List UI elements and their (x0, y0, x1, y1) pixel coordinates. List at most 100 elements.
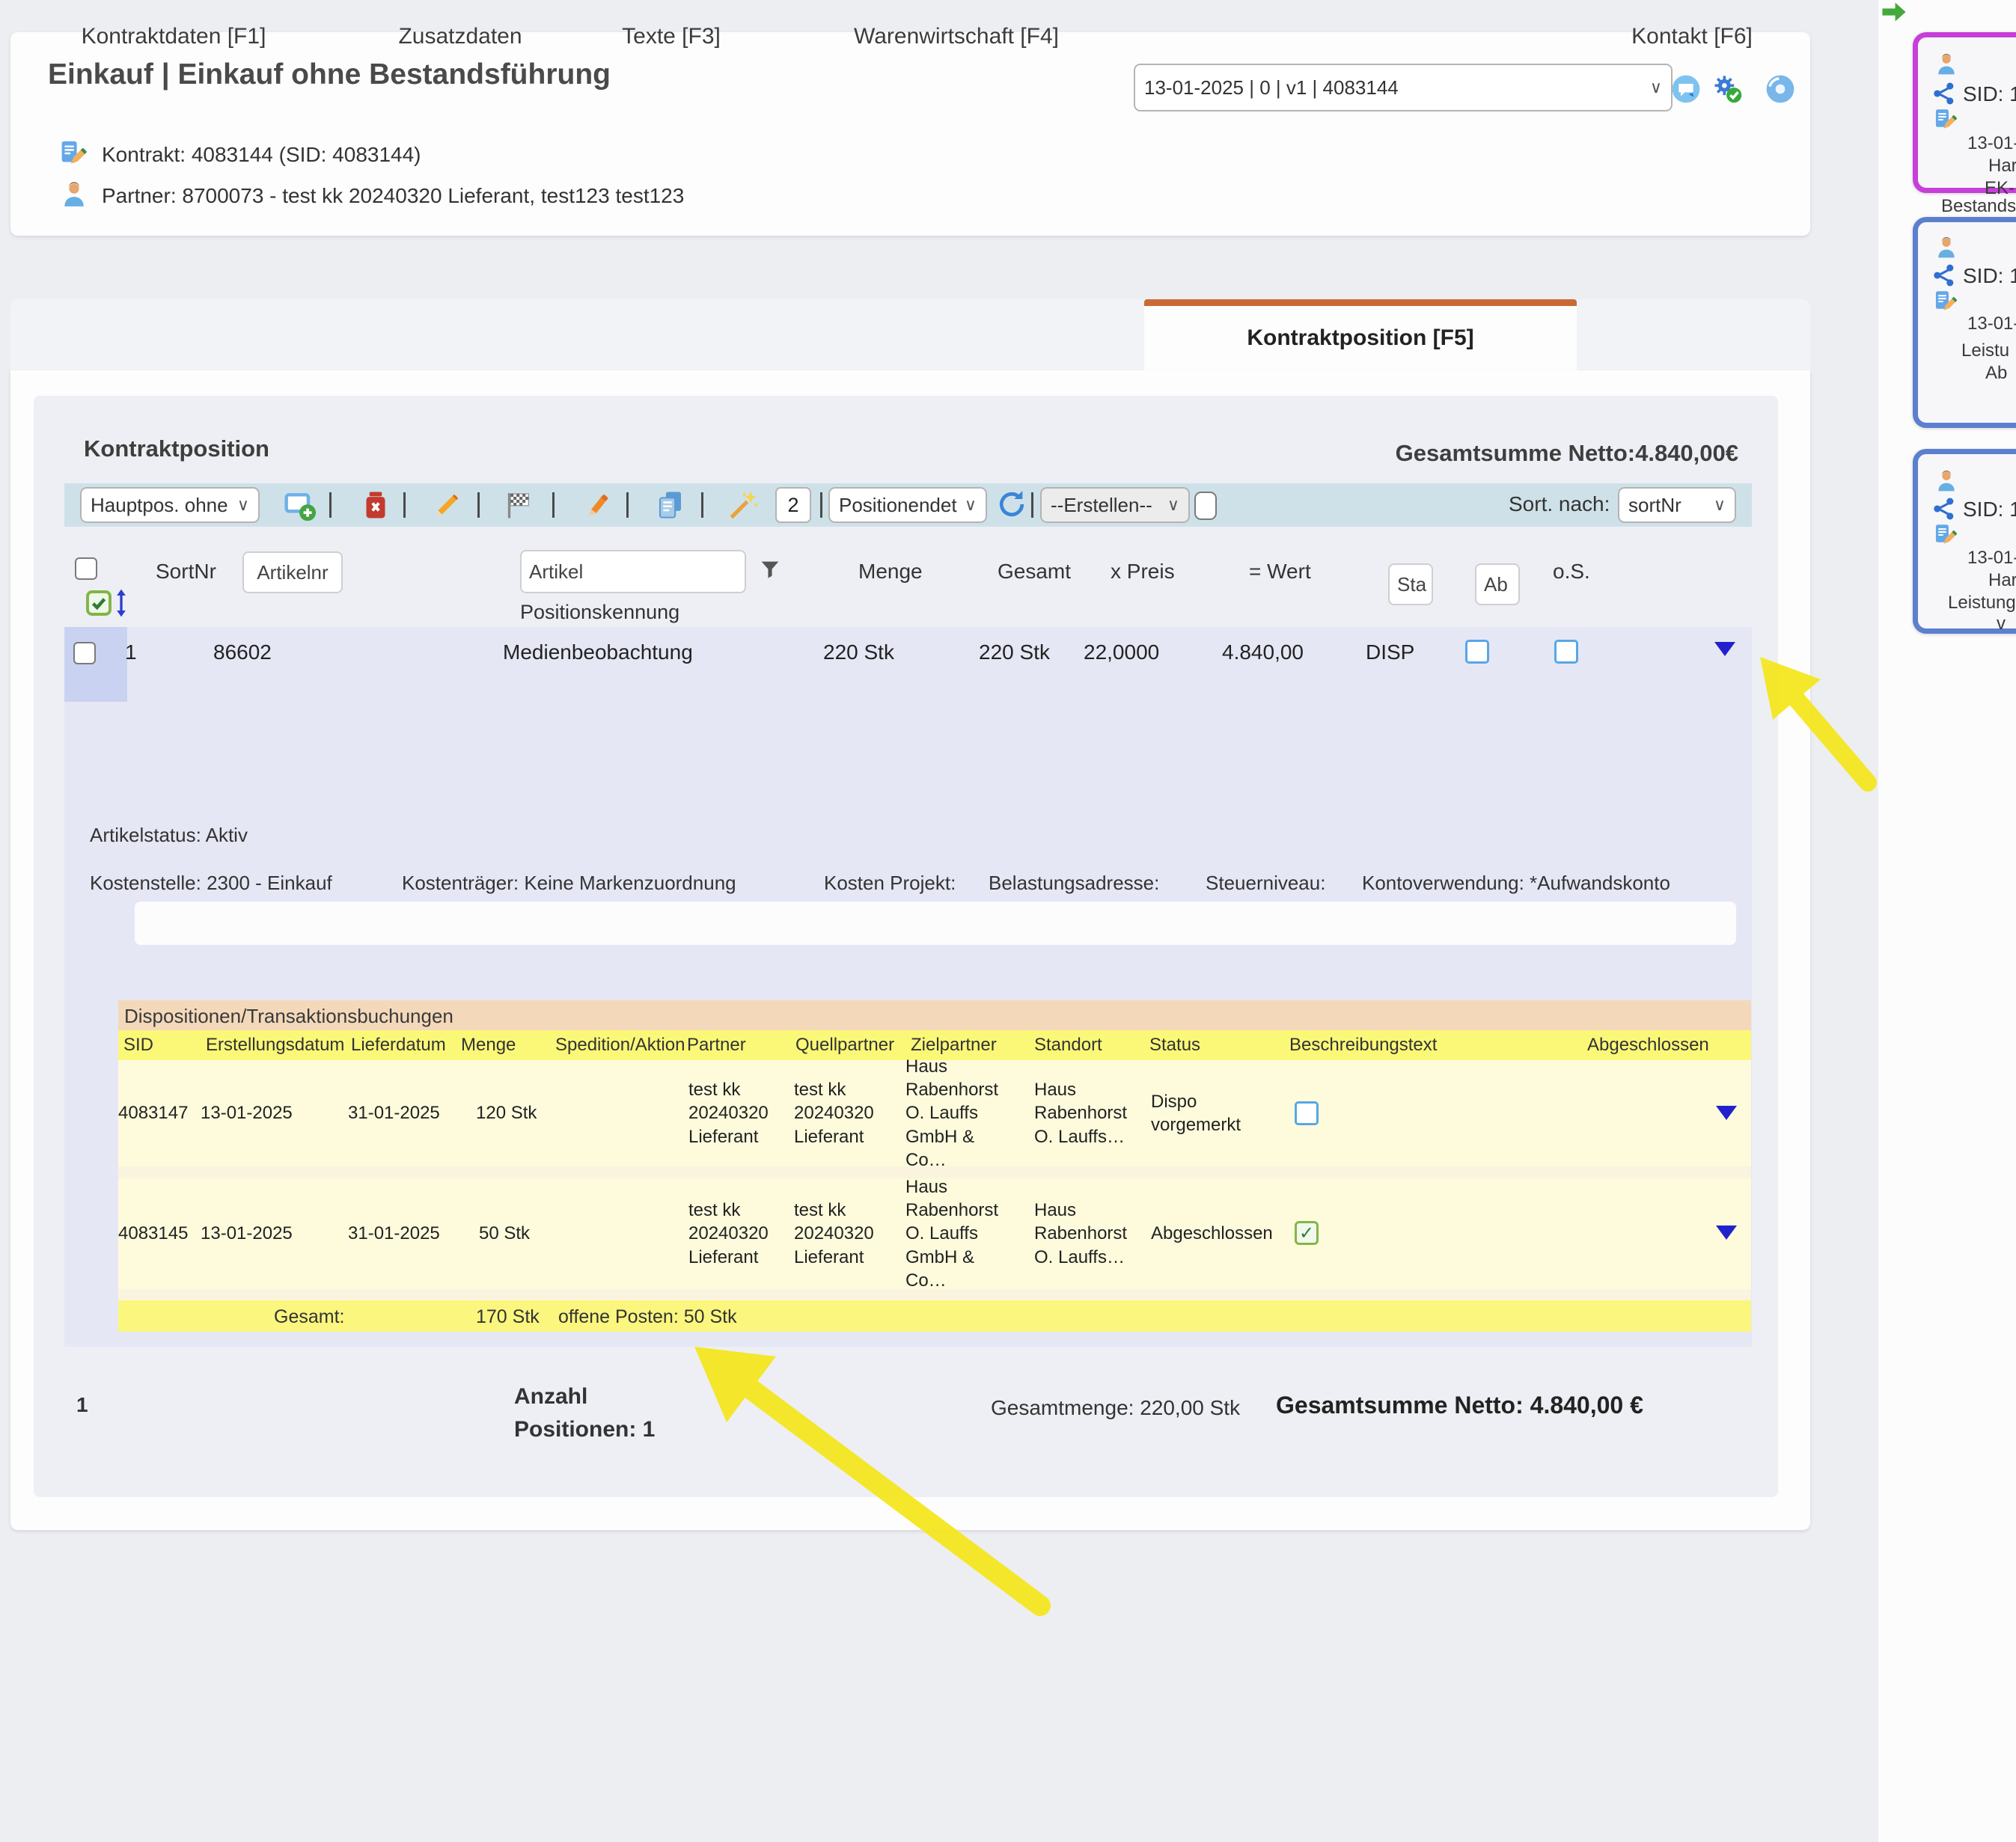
sort-updown-icon[interactable] (114, 588, 129, 618)
dispo-partner: test kk 20240320 Lieferant (688, 1178, 789, 1289)
dispo-standort: Haus Rabenhorst O. Lauffs… (1034, 1178, 1140, 1289)
positionende-select[interactable]: Positionendet ∨ (828, 487, 987, 523)
section-heading: Kontraktposition (84, 435, 269, 462)
history-card[interactable]: SID: 1 13-01- Leistu Ab (1913, 217, 2016, 428)
position-text-input[interactable] (135, 902, 1736, 945)
status-filter-input[interactable]: Sta (1388, 563, 1433, 605)
position-toolbar: Hauptpos. ohne ∨ 2 Positionendet ∨ --Ers… (64, 483, 1752, 527)
settings-gears-icon[interactable] (1711, 72, 1744, 105)
row-artikel-name: Medienbeobachtung (503, 640, 693, 664)
select-all-checkbox[interactable] (75, 557, 97, 580)
belastungsadresse-label: Belastungsadresse: (989, 872, 1159, 895)
netto-total: Gesamtsumme Netto:4.840,00€ (1396, 440, 1738, 467)
col-wert: = Wert (1249, 560, 1311, 584)
dispo-quellpartner: test kk 20240320 Lieferant (794, 1060, 895, 1166)
edit-pencil-icon[interactable] (432, 489, 463, 521)
row-wert: 4.840,00 (1222, 640, 1304, 664)
toolbar-separator (701, 492, 703, 518)
refresh-icon[interactable] (995, 488, 1028, 521)
comment-bubble-icon[interactable] (1670, 73, 1702, 105)
toolbar-separator (329, 492, 332, 518)
position-count-input[interactable]: 2 (775, 487, 811, 523)
row-os-checkbox[interactable] (1554, 640, 1578, 664)
dispo-col-abgeschlossen: Abgeschlossen (1587, 1035, 1709, 1056)
tab-kontraktposition[interactable]: Kontraktposition [F5] (1144, 299, 1577, 372)
add-position-icon[interactable] (283, 489, 317, 522)
tab-texte[interactable]: Texte [F3] (622, 24, 721, 49)
dispo-abgeschlossen-checkbox-checked[interactable]: ✓ (1295, 1221, 1319, 1245)
sort-select[interactable]: sortNr ∨ (1618, 487, 1736, 523)
artikelnr-filter-input[interactable]: Artikelnr (242, 551, 343, 593)
dispo-erstellungsdatum: 13-01-2025 (201, 1060, 293, 1166)
tab-warenwirtschaft[interactable]: Warenwirtschaft [F4] (854, 24, 1059, 49)
kostenprojekt-label: Kosten Projekt: (824, 872, 956, 895)
toolbar-separator (626, 492, 629, 518)
artikelnr-filter-value: Artikelnr (257, 561, 328, 584)
dispo-col-zielpartner: Zielpartner (911, 1035, 997, 1056)
dispo-footer (118, 1300, 1751, 1332)
disc-icon[interactable] (1765, 73, 1796, 105)
version-select[interactable]: 13-01-2025 | 0 | v1 | 4083144 ∨ (1134, 64, 1673, 111)
dispo-sid: 4083145 (118, 1178, 188, 1289)
person-icon (1934, 469, 1958, 493)
tab-kontraktdaten[interactable]: Kontraktdaten [F1] (82, 24, 266, 49)
chevron-down-icon: ∨ (237, 495, 249, 515)
row-status-checkbox[interactable] (1465, 640, 1489, 664)
position-count-value: 2 (787, 494, 798, 517)
row-preis: 22,0000 (1084, 640, 1159, 664)
document-edit-icon (1933, 108, 1958, 132)
dispo-col-menge: Menge (461, 1035, 516, 1056)
col-positionskennung: Positionskennung (520, 601, 679, 624)
dispo-row-separator (118, 1289, 1751, 1300)
erstellen-select[interactable]: --Erstellen-- ∨ (1040, 487, 1190, 523)
magic-wand-icon[interactable] (727, 489, 760, 521)
finish-flag-icon[interactable] (504, 489, 534, 521)
delete-icon[interactable] (361, 489, 391, 521)
dispo-col-beschreibungstext: Beschreibungstext (1289, 1035, 1437, 1056)
col-preis: x Preis (1111, 560, 1175, 584)
artikel-filter-value: Artikel (529, 560, 583, 584)
status-filter-value: Sta (1397, 573, 1426, 596)
erstellen-checkbox[interactable] (1194, 492, 1217, 520)
artikel-filter-input[interactable]: Artikel (520, 550, 746, 593)
dispo-col-sid: SID (123, 1035, 153, 1056)
toolbar-separator (552, 492, 555, 518)
tab-zusatzdaten[interactable]: Zusatzdaten (398, 24, 522, 49)
tab-kontakt[interactable]: Kontakt [F6] (1631, 24, 1753, 49)
summary-netto: Gesamtsumme Netto: 4.840,00 € (1276, 1392, 1643, 1419)
dispo-col-partner: Partner (687, 1035, 746, 1056)
person-icon (1934, 236, 1958, 260)
dispo-offene-posten: offene Posten: 50 Stk (558, 1306, 737, 1328)
row-select-checkbox[interactable] (73, 642, 96, 664)
dispo-sid: 4083147 (118, 1060, 188, 1166)
positionende-select-value: Positionendet (839, 494, 960, 517)
steuerniveau-label: Steuerniveau: (1206, 872, 1325, 895)
copy-pages-icon[interactable] (655, 489, 686, 521)
highlighter-icon[interactable] (581, 489, 611, 521)
abgeschlossen-filter-input[interactable]: Ab (1475, 563, 1520, 605)
forward-arrow-icon[interactable] (1880, 1, 1908, 22)
dispo-row-expand-triangle[interactable] (1716, 1226, 1737, 1240)
filter-funnel-icon[interactable] (757, 557, 783, 584)
kostentraeger-label: Kostenträger: Keine Markenzuordnung (402, 872, 736, 895)
card-line: Leistungs (1948, 593, 2016, 614)
card-sid: SID: 1 (1963, 82, 2016, 106)
erstellen-select-value: --Erstellen-- (1051, 494, 1163, 517)
version-select-value: 13-01-2025 | 0 | v1 | 4083144 (1144, 76, 1646, 100)
row-artikelnr: 86602 (213, 640, 272, 664)
dispo-abgeschlossen-checkbox[interactable] (1295, 1101, 1319, 1125)
history-card[interactable]: SID: 1 13-01- Har Leistungs v (1913, 449, 2016, 634)
hauptpos-select[interactable]: Hauptpos. ohne ∨ (80, 487, 260, 523)
page-title: Einkauf | Einkauf ohne Bestandsführung (48, 58, 611, 91)
contract-document-icon (58, 138, 88, 168)
card-line: Har (1988, 570, 2016, 591)
checked-filter-icon[interactable] (85, 590, 112, 616)
share-icon (1931, 263, 1957, 288)
history-card[interactable]: SID: 1 13-01- Har EK- Bestandsf (1913, 32, 2016, 193)
dispo-col-status: Status (1149, 1035, 1200, 1056)
row-expand-triangle[interactable] (1714, 642, 1735, 656)
position-row-handle[interactable] (64, 627, 127, 702)
dispo-quellpartner: test kk 20240320 Lieferant (794, 1178, 895, 1289)
dispo-row-expand-triangle[interactable] (1716, 1106, 1737, 1120)
dispo-menge: 50 Stk (479, 1178, 530, 1289)
